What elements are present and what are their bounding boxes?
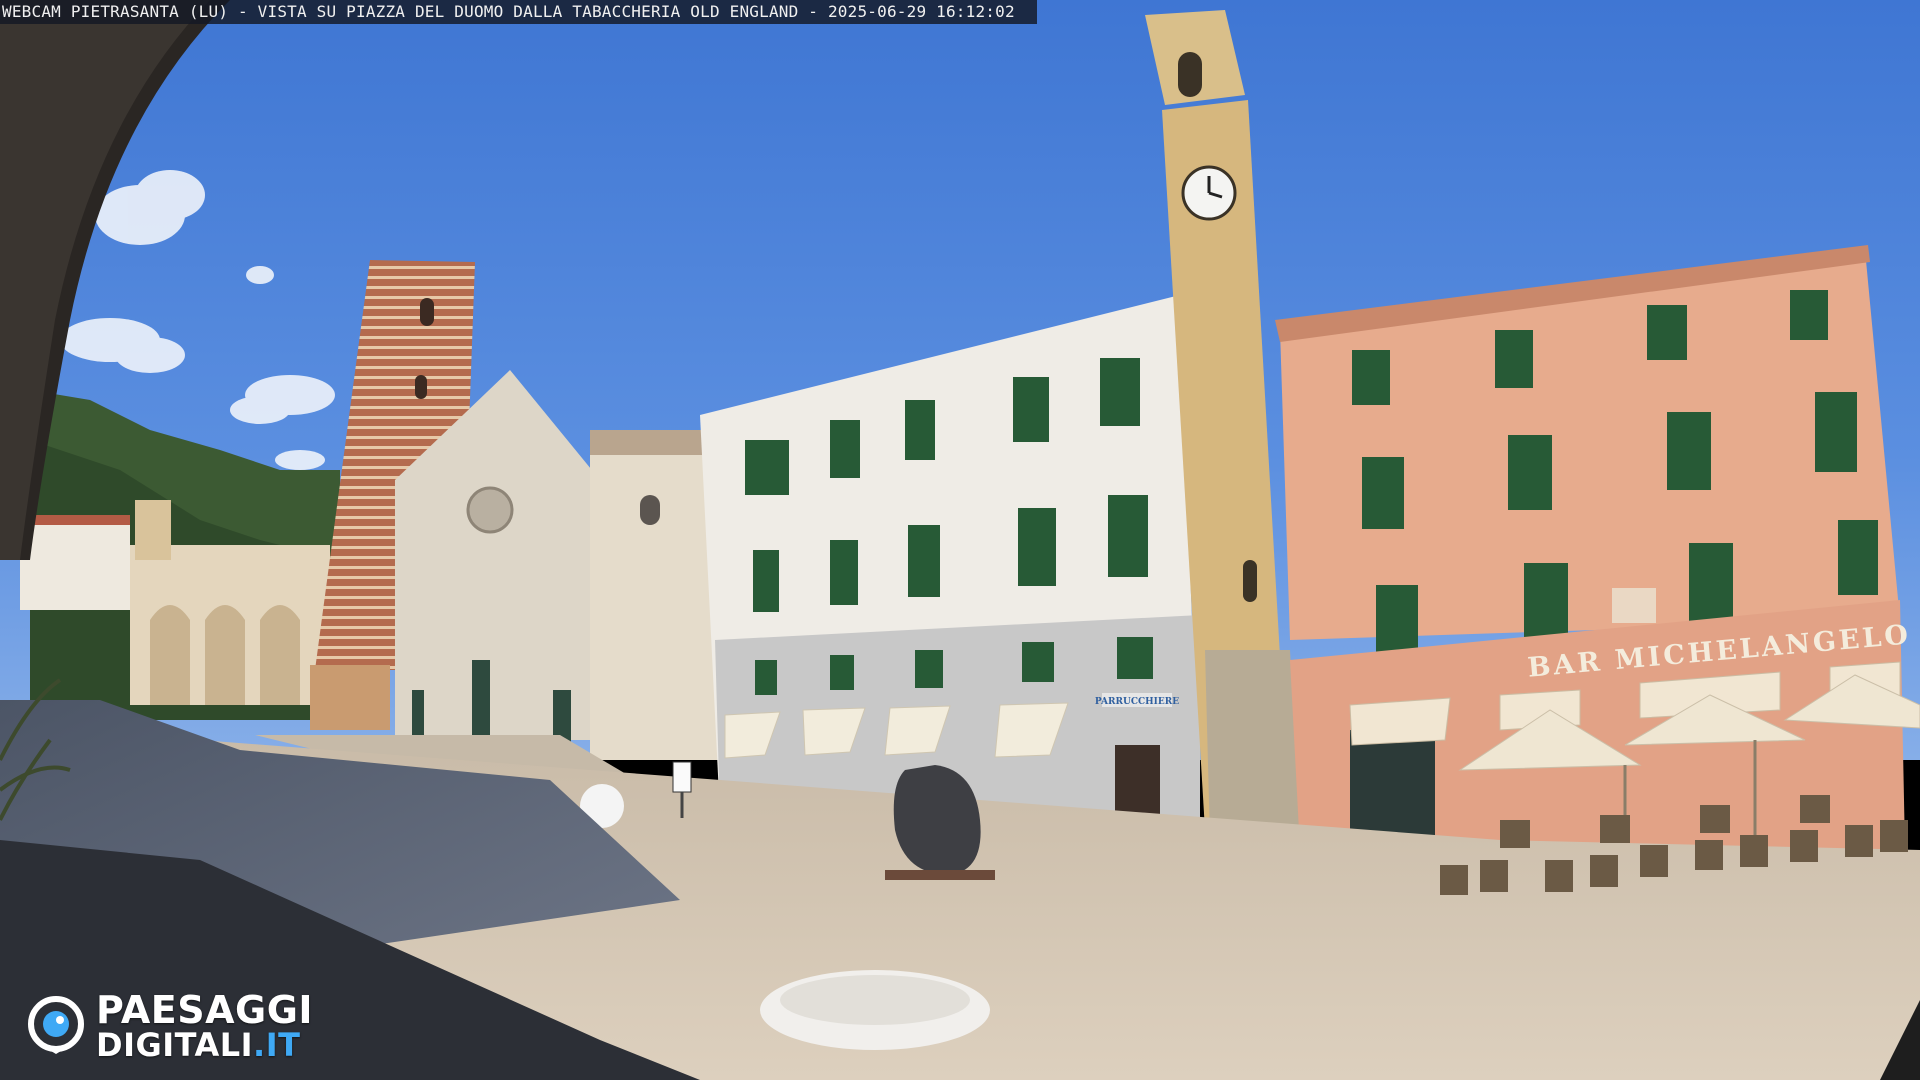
webcam-scene: PARRUCCHIERE BAR MICHELANGELO — [0, 0, 1920, 1080]
distant-building — [20, 520, 130, 610]
paesaggi-digitali-logo: PAESAGGI DIGITALI.IT — [26, 990, 313, 1062]
logo-line2: DIGITALI.IT — [96, 1029, 313, 1061]
logo-line2-main: DIGITALI — [96, 1026, 254, 1064]
webcam-caption: WEBCAM PIETRASANTA (LU) - VISTA SU PIAZZ… — [0, 0, 1037, 24]
shop-sign-text: PARRUCCHIERE — [1095, 697, 1179, 707]
eye-logo-icon — [28, 996, 84, 1054]
logo-tld: .IT — [253, 1026, 301, 1064]
logo-line1: PAESAGGI — [96, 988, 314, 1032]
